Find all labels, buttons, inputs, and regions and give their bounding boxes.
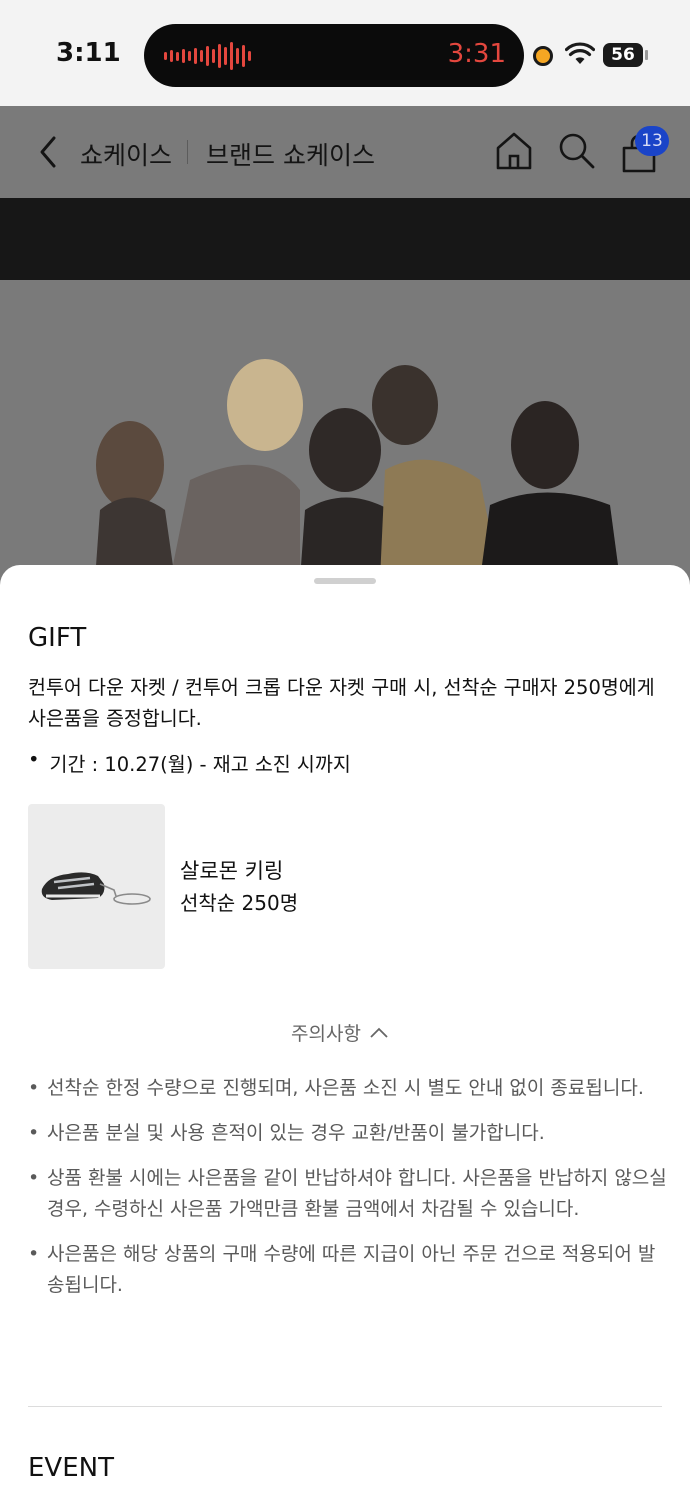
notice-item: 상품 환불 시에는 사은품을 같이 반납하셔야 합니다. 사은품을 반납하지 않… [28, 1163, 668, 1225]
notice-list: 선착순 한정 수량으로 진행되며, 사은품 소진 시 별도 안내 없이 종료됩니… [28, 1073, 668, 1315]
section-divider [28, 1406, 662, 1407]
dynamic-island[interactable]: 3:31 [144, 24, 524, 87]
search-icon[interactable] [556, 130, 596, 172]
notice-toggle-label: 주의사항 [291, 1023, 361, 1045]
battery-tip [645, 50, 648, 60]
gift-period: • 기간 : 10.27(월) - 재고 소진 시까지 [28, 748, 351, 777]
cart-count-badge[interactable]: 13 [635, 126, 669, 156]
hero-image [0, 280, 690, 580]
notice-toggle[interactable]: 주의사항 [291, 1019, 389, 1046]
period-text: 기간 : 10.27(월) - 재고 소진 시까지 [49, 753, 351, 776]
gift-description: 컨투어 다운 자켓 / 컨투어 크롭 다운 자켓 구매 시, 선착순 구매자 2… [28, 676, 655, 730]
shoe-keyring-image [41, 872, 151, 905]
recording-indicator-icon [533, 46, 553, 66]
audio-waveform-icon [164, 42, 251, 70]
gift-bottom-sheet: GIFT 컨투어 다운 자켓 / 컨투어 크롭 다운 자켓 구매 시, 선착순 … [0, 565, 690, 1500]
back-icon[interactable] [36, 132, 60, 172]
call-timer: 3:31 [447, 39, 506, 69]
black-banner [0, 198, 690, 280]
event-section-title: EVENT [28, 1453, 114, 1483]
notice-item: 사은품은 해당 상품의 구매 수량에 따른 지급이 아닌 주문 건으로 적용되어… [28, 1239, 668, 1301]
gift-item-thumbnail [28, 804, 165, 969]
hero-photo-illustration [95, 359, 620, 580]
home-icon[interactable] [494, 130, 534, 172]
status-time: 3:11 [56, 38, 121, 68]
app-header: 쇼케이스 브랜드 쇼케이스 13 [0, 106, 690, 198]
status-bar: 3:11 3:31 56 [0, 0, 690, 106]
period-bullet: • [28, 748, 40, 771]
gift-section-title: GIFT [28, 623, 87, 653]
gift-item-name: 살로몬 키링 [180, 859, 284, 883]
header-title[interactable]: 쇼케이스 [80, 136, 172, 172]
chevron-up-icon [370, 1027, 388, 1038]
header-subtitle[interactable]: 브랜드 쇼케이스 [206, 136, 375, 172]
wifi-icon [565, 42, 595, 64]
header-divider [187, 140, 188, 164]
sheet-drag-handle[interactable] [314, 578, 376, 584]
battery-indicator: 56 [603, 43, 643, 67]
notice-item: 선착순 한정 수량으로 진행되며, 사은품 소진 시 별도 안내 없이 종료됩니… [28, 1073, 668, 1104]
gift-item-quantity: 선착순 250명 [180, 891, 299, 915]
notice-item: 사은품 분실 및 사용 흔적이 있는 경우 교환/반품이 불가합니다. [28, 1118, 668, 1149]
